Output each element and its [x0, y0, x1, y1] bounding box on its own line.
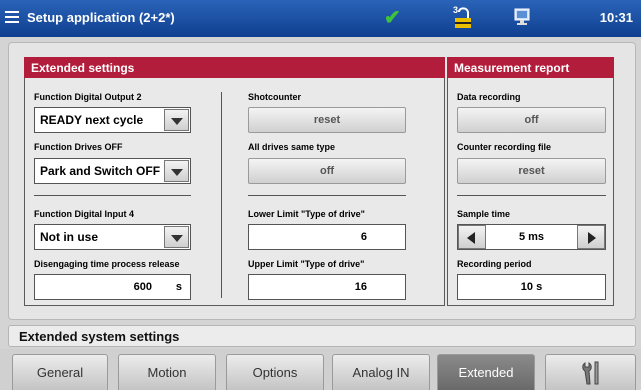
clock: 10:31	[599, 10, 633, 25]
disengaging-time-input[interactable]: 600 s	[34, 274, 191, 300]
disengaging-time-value: 600	[133, 281, 152, 293]
title-bar: Setup application (2+2*) ✔ 3 10:31	[0, 0, 641, 37]
bottom-nav: General Motion Options Analog IN Extende…	[0, 349, 641, 390]
user-level: 3	[453, 5, 459, 15]
upper-limit-label: Upper Limit "Type of drive"	[248, 259, 365, 269]
app-title: Setup application (2+2*)	[27, 10, 175, 25]
lower-limit-label: Lower Limit "Type of drive"	[248, 209, 365, 219]
chevron-down-icon[interactable]	[164, 226, 189, 248]
extended-settings-header: Extended settings	[24, 57, 445, 78]
extended-settings-panel: Extended settings Function Digital Outpu…	[24, 57, 445, 306]
digital-output-2-value: READY next cycle	[40, 113, 144, 127]
recording-period-label: Recording period	[457, 259, 532, 269]
digital-input-4-dropdown[interactable]: Not in use	[34, 224, 191, 250]
disengaging-time-label: Disengaging time process release	[34, 259, 180, 269]
sample-time-label: Sample time	[457, 209, 511, 219]
upper-limit-input[interactable]: 16	[248, 274, 406, 300]
tab-extended[interactable]: Extended	[437, 354, 535, 390]
chevron-down-icon[interactable]	[164, 160, 189, 182]
disengaging-time-unit: s	[175, 281, 182, 293]
counter-file-label: Counter recording file	[457, 142, 552, 152]
drives-off-label: Function Drives OFF	[34, 142, 123, 152]
all-drives-same-toggle[interactable]: off	[248, 158, 406, 184]
tab-general[interactable]: General	[12, 354, 108, 390]
arrow-left-icon[interactable]	[458, 225, 486, 249]
column-divider	[221, 92, 222, 298]
all-drives-same-label: All drives same type	[248, 142, 336, 152]
sample-time-stepper[interactable]: 5 ms	[457, 224, 606, 250]
status-text: Extended system settings	[19, 329, 180, 344]
measurement-report-header: Measurement report	[447, 57, 614, 78]
divider	[457, 195, 606, 196]
user-key-icon[interactable]: 3	[452, 5, 472, 30]
monitor-icon[interactable]	[514, 8, 530, 26]
sample-time-value: 5 ms	[518, 231, 545, 243]
digital-output-2-dropdown[interactable]: READY next cycle	[34, 107, 191, 133]
lower-limit-input[interactable]: 6	[248, 224, 406, 250]
divider	[34, 195, 191, 196]
tab-service[interactable]	[545, 354, 636, 390]
divider	[248, 195, 406, 196]
data-recording-toggle[interactable]: off	[457, 107, 606, 133]
shotcounter-reset-button[interactable]: reset	[248, 107, 406, 133]
tab-motion[interactable]: Motion	[118, 354, 216, 390]
recording-period-input[interactable]: 10 s	[457, 274, 606, 300]
data-recording-label: Data recording	[457, 92, 521, 102]
digital-input-4-value: Not in use	[40, 230, 99, 244]
arrow-right-icon[interactable]	[577, 225, 605, 249]
check-icon: ✔	[384, 7, 401, 29]
drives-off-value: Park and Switch OFF	[40, 164, 161, 178]
digital-input-4-label: Function Digital Input 4	[34, 209, 134, 219]
counter-file-reset-button[interactable]: reset	[457, 158, 606, 184]
tab-analog-in[interactable]: Analog IN	[332, 354, 430, 390]
digital-output-2-label: Function Digital Output 2	[34, 92, 142, 102]
measurement-report-panel: Measurement report Data recording off Co…	[447, 57, 614, 306]
drives-off-dropdown[interactable]: Park and Switch OFF	[34, 158, 191, 184]
shotcounter-label: Shotcounter	[248, 92, 301, 102]
menu-icon[interactable]	[5, 11, 19, 24]
content-area: Extended settings Function Digital Outpu…	[8, 42, 636, 320]
tab-options[interactable]: Options	[226, 354, 324, 390]
status-bar: Extended system settings	[8, 325, 636, 347]
chevron-down-icon[interactable]	[164, 109, 189, 131]
wrench-icon	[580, 360, 602, 390]
